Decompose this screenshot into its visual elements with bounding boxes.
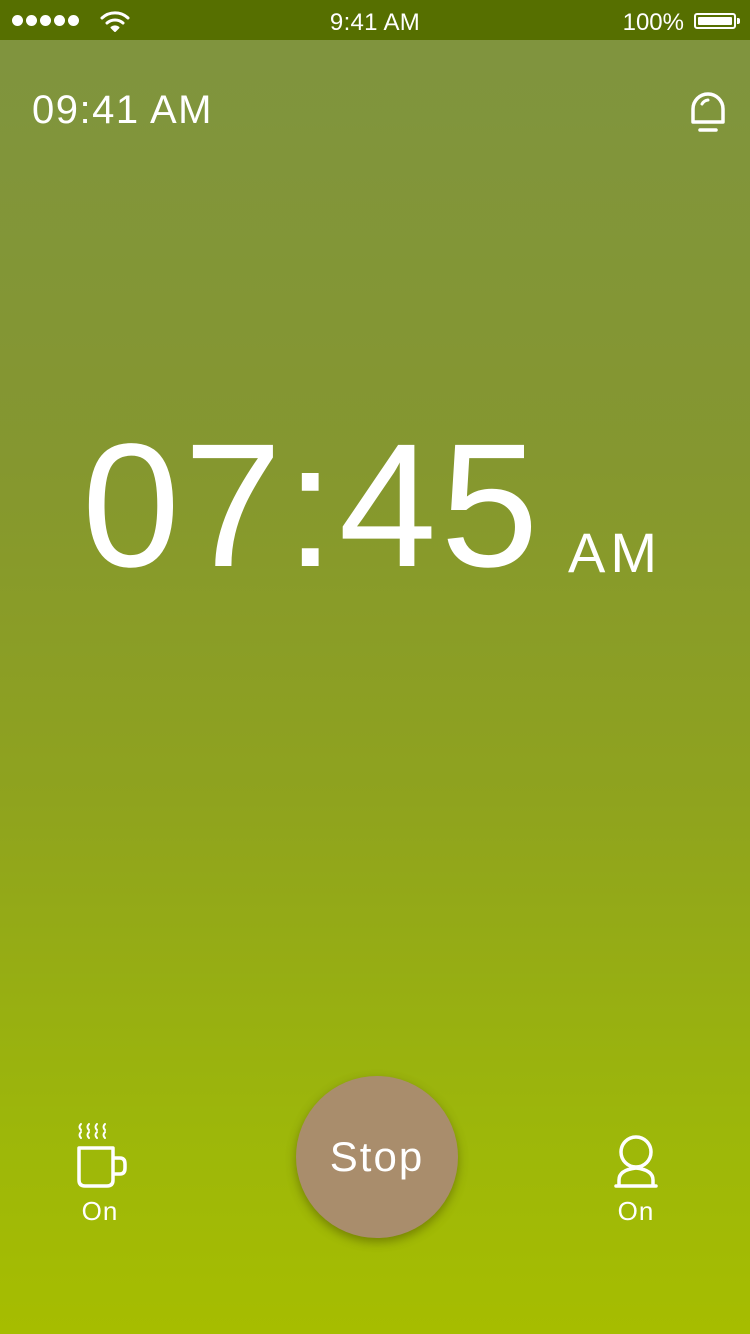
coffee-cup-icon — [77, 1123, 127, 1188]
status-bar: 9:41 AM 100% — [0, 0, 750, 40]
coffee-toggle-label: On — [81, 1196, 119, 1226]
battery-percent: 100% — [622, 9, 684, 36]
person-icon — [614, 1135, 658, 1188]
person-toggle[interactable]: On — [576, 1122, 696, 1227]
battery-fill — [698, 17, 732, 25]
battery-icon — [694, 13, 740, 29]
current-time: 09:41 AM — [32, 88, 214, 132]
coffee-toggle[interactable]: On — [40, 1122, 160, 1227]
alarm-bell-icon[interactable] — [688, 90, 728, 134]
alarm-screen: 9:41 AM 100% 09:41 AM 07:45 AM On Stop O — [0, 0, 750, 1334]
alarm-period: AM — [568, 521, 662, 584]
stop-button[interactable]: Stop — [296, 1076, 458, 1238]
person-toggle-label: On — [617, 1196, 655, 1226]
alarm-time: 07:45 — [82, 408, 543, 604]
